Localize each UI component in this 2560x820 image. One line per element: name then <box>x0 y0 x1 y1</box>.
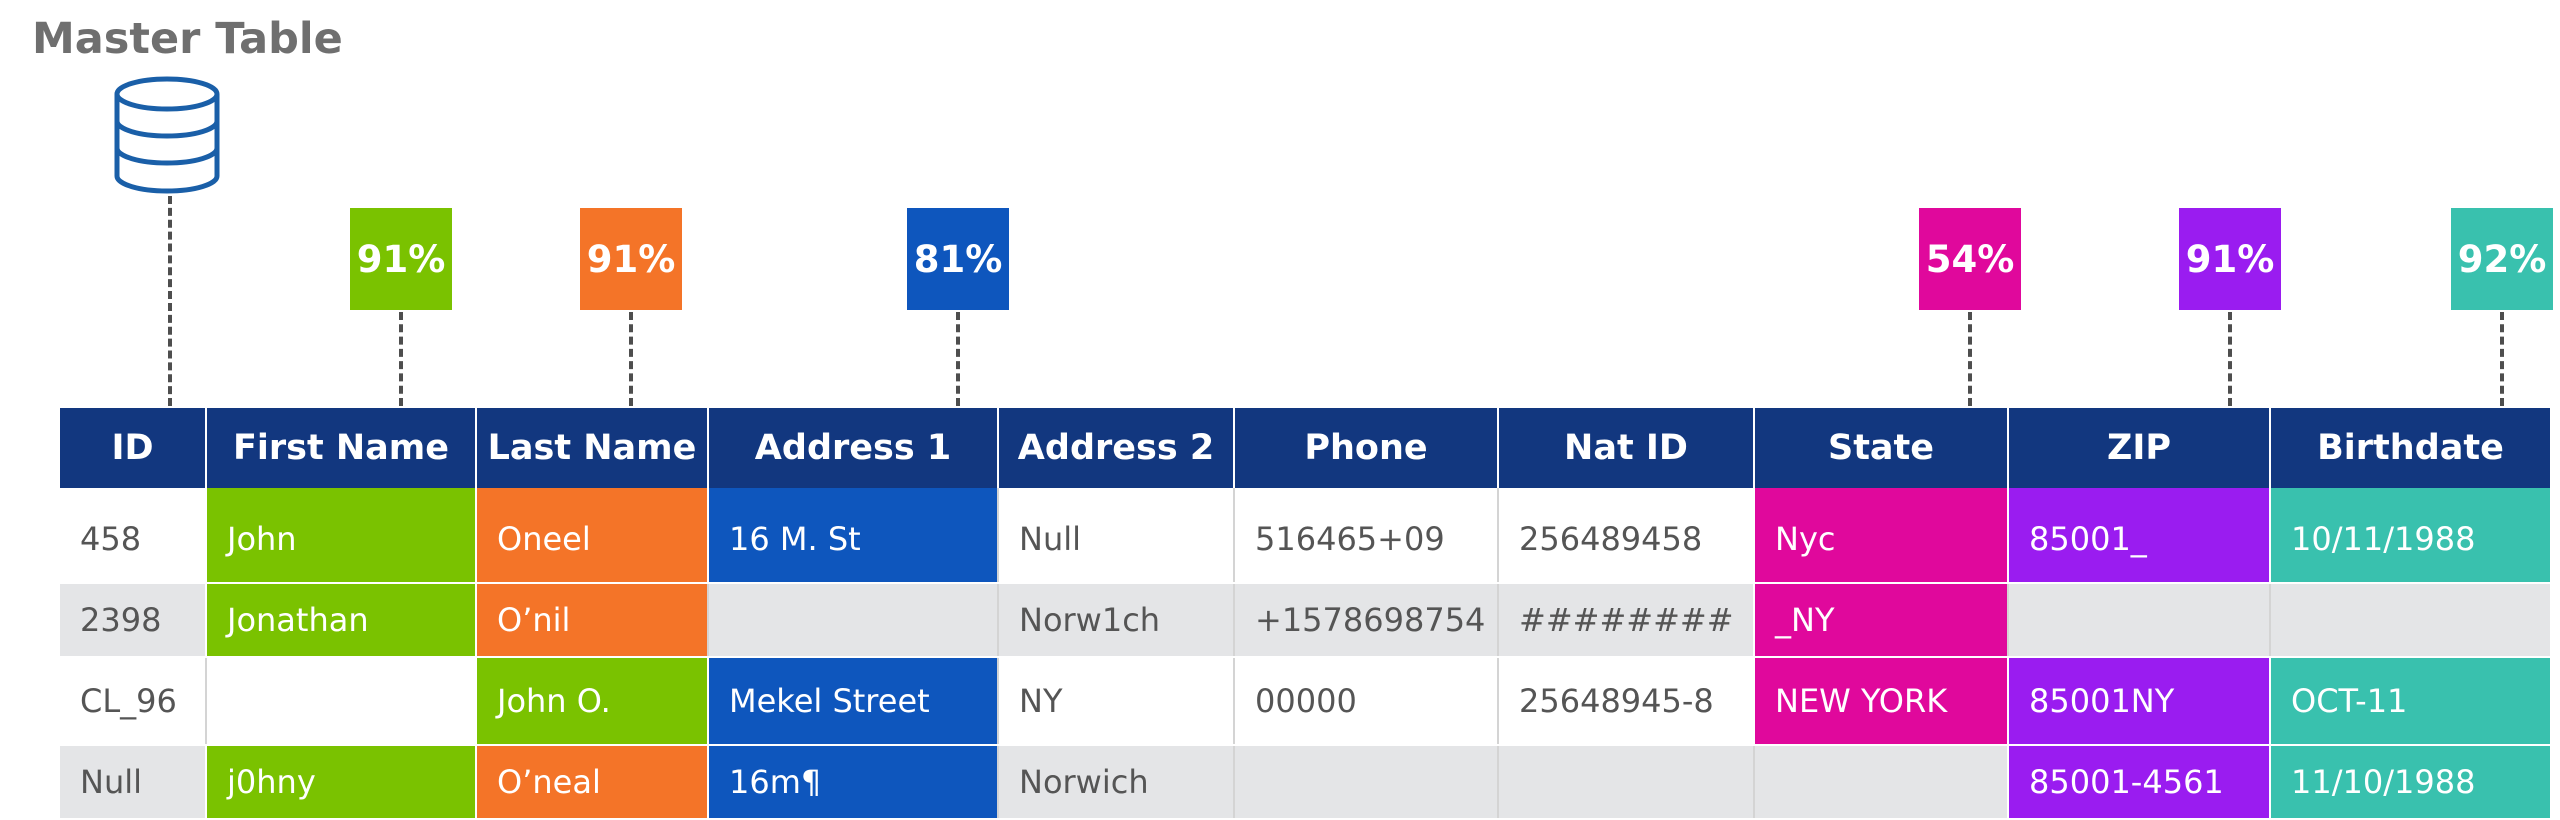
cell-birthdate[interactable] <box>2269 583 2550 658</box>
table-header-row: ID First Name Last Name Address 1 Address 2P… <box>60 408 2550 488</box>
cell-nat-id[interactable]: 256489458 <box>1497 488 1754 584</box>
column-header-nat-id[interactable]: Nat ID <box>1497 408 1754 488</box>
connector-state <box>1968 312 1972 406</box>
column-header-state[interactable]: State <box>1753 408 2008 488</box>
cell-address-2[interactable]: Norwich <box>997 745 1234 820</box>
score-badge-last-name: 91% <box>580 208 682 310</box>
cell-nat-id[interactable] <box>1497 745 1754 820</box>
cell-state[interactable] <box>1753 745 2008 820</box>
column-header-zip[interactable]: ZIP <box>2007 408 2270 488</box>
column-header-last-name[interactable]: Last Name <box>475 408 708 488</box>
cell-state[interactable]: NEW YORK <box>1753 657 2008 746</box>
score-badge-first-name: 91% <box>350 208 452 310</box>
cell-birthdate[interactable]: 10/11/1988 <box>2269 488 2550 584</box>
column-header-address-2[interactable]: Address 2 <box>997 408 1234 488</box>
cell-zip[interactable] <box>2007 583 2270 658</box>
table-row: Null j0hny O’neal 16m¶ Norwich 85001-4561 11/1… <box>60 745 2550 820</box>
cell-phone[interactable]: +1578698754 <box>1233 583 1498 658</box>
cell-birthdate[interactable]: OCT-11 <box>2269 657 2550 746</box>
database-icon <box>114 76 220 194</box>
score-badge-birthdate: 92% <box>2451 208 2553 310</box>
connector-zip <box>2228 312 2232 406</box>
score-badge-address-1: 81% <box>907 208 1009 310</box>
cell-address-2[interactable]: Null <box>997 488 1234 584</box>
cell-last-name[interactable]: Oneel <box>475 488 708 584</box>
cell-zip[interactable]: 85001_ <box>2007 488 2270 584</box>
cell-address-1[interactable]: 16m¶ <box>707 745 998 820</box>
cell-address-1[interactable] <box>707 583 998 658</box>
table-row: 2398 Jonathan O’nil Norw1ch +1578698754 #####… <box>60 583 2550 658</box>
cell-address-1[interactable]: Mekel Street <box>707 657 998 746</box>
cell-first-name[interactable]: John <box>205 488 476 584</box>
cell-last-name[interactable]: John O. <box>475 657 708 746</box>
cell-id[interactable]: CL_96 <box>60 657 206 746</box>
table-body: 458 John Oneel 16 M. St Null 516465+09 2564894… <box>60 488 2550 820</box>
score-badge-zip: 91% <box>2179 208 2281 310</box>
cell-first-name[interactable]: Jonathan <box>205 583 476 658</box>
cell-state[interactable]: _NY <box>1753 583 2008 658</box>
cell-address-2[interactable]: Norw1ch <box>997 583 1234 658</box>
connector-address-1 <box>956 312 960 406</box>
column-header-address-1[interactable]: Address 1 <box>707 408 998 488</box>
table-row: CL_96 John O. Mekel Street NY 00000 25648945-… <box>60 657 2550 746</box>
column-header-phone[interactable]: Phone <box>1233 408 1498 488</box>
cell-address-2[interactable]: NY <box>997 657 1234 746</box>
cell-nat-id[interactable]: 25648945-8 <box>1497 657 1754 746</box>
page-title: Master Table <box>32 14 343 64</box>
cell-zip[interactable]: 85001NY <box>2007 657 2270 746</box>
cell-phone[interactable] <box>1233 745 1498 820</box>
cell-id[interactable]: 458 <box>60 488 206 584</box>
connector-database <box>168 196 172 406</box>
cell-first-name[interactable]: j0hny <box>205 745 476 820</box>
column-header-id[interactable]: ID <box>60 408 206 488</box>
cell-zip[interactable]: 85001-4561 <box>2007 745 2270 820</box>
cell-last-name[interactable]: O’nil <box>475 583 708 658</box>
cell-birthdate[interactable]: 11/10/1988 <box>2269 745 2550 820</box>
cell-first-name[interactable] <box>205 657 476 746</box>
master-table: ID First Name Last Name Address 1 Address 2P… <box>60 408 2550 820</box>
cell-id[interactable]: Null <box>60 745 206 820</box>
connector-last-name <box>629 312 633 406</box>
column-header-birthdate[interactable]: Birthdate <box>2269 408 2550 488</box>
cell-nat-id[interactable]: ######## <box>1497 583 1754 658</box>
cell-phone[interactable]: 00000 <box>1233 657 1498 746</box>
cell-phone[interactable]: 516465+09 <box>1233 488 1498 584</box>
cell-last-name[interactable]: O’neal <box>475 745 708 820</box>
score-badge-state: 54% <box>1919 208 2021 310</box>
cell-address-1[interactable]: 16 M. St <box>707 488 998 584</box>
cell-id[interactable]: 2398 <box>60 583 206 658</box>
connector-birthdate <box>2500 312 2504 406</box>
cell-state[interactable]: Nyc <box>1753 488 2008 584</box>
table-row: 458 John Oneel 16 M. St Null 516465+09 2564894… <box>60 488 2550 584</box>
column-header-first-name[interactable]: First Name <box>205 408 476 488</box>
connector-first-name <box>399 312 403 406</box>
